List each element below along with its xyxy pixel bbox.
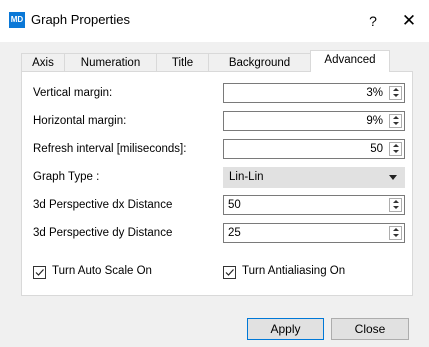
auto-scale-checkbox[interactable] [33, 266, 46, 279]
close-button[interactable]: Close [331, 318, 409, 340]
graph-type-dropdown[interactable]: Lin-Lin [223, 167, 405, 188]
chevron-down-icon [389, 175, 397, 180]
up-arrow-icon [393, 144, 399, 147]
refresh-interval-label: Refresh interval [miliseconds]: [33, 143, 187, 155]
checkmark-icon [225, 269, 234, 276]
apply-button[interactable]: Apply [247, 318, 324, 340]
tab-title[interactable]: Title [156, 53, 209, 71]
auto-scale-label[interactable]: Turn Auto Scale On [52, 265, 152, 277]
up-arrow-icon [393, 228, 399, 231]
horizontal-margin-value: 9% [366, 115, 383, 127]
graph-type-value: Lin-Lin [229, 171, 264, 183]
tab-background[interactable]: Background [208, 53, 311, 71]
graph-type-label: Graph Type : [33, 171, 100, 183]
dx-distance-spinbox[interactable]: 50 [223, 195, 405, 215]
up-arrow-icon [393, 200, 399, 203]
down-arrow-icon [393, 206, 399, 209]
help-button[interactable]: ? [362, 10, 384, 32]
horizontal-margin-spinbox[interactable]: 9% [223, 111, 405, 131]
dy-distance-spin-arrows[interactable] [389, 226, 402, 240]
title-bar: MD Graph Properties ? ✕ [0, 0, 429, 42]
down-arrow-icon [393, 150, 399, 153]
dialog-body: Axis Numeration Title Background Advance… [0, 42, 429, 347]
close-window-button[interactable]: ✕ [396, 10, 422, 32]
up-arrow-icon [393, 116, 399, 119]
horizontal-margin-spin-arrows[interactable] [389, 114, 402, 128]
down-arrow-icon [393, 94, 399, 97]
up-arrow-icon [393, 88, 399, 91]
refresh-interval-spin-arrows[interactable] [389, 142, 402, 156]
checkmark-icon [35, 269, 44, 276]
advanced-panel: Vertical margin: 3% Horizontal margin: 9… [21, 71, 413, 296]
app-icon: MD [9, 12, 25, 28]
horizontal-margin-label: Horizontal margin: [33, 115, 127, 127]
tab-axis[interactable]: Axis [21, 53, 65, 71]
tab-advanced[interactable]: Advanced [310, 50, 390, 72]
dx-distance-value: 50 [228, 199, 241, 211]
vertical-margin-spinbox[interactable]: 3% [223, 83, 405, 103]
antialiasing-checkbox[interactable] [223, 266, 236, 279]
window-title: Graph Properties [31, 12, 130, 27]
dy-distance-label: 3d Perspective dy Distance [33, 227, 173, 239]
down-arrow-icon [393, 122, 399, 125]
dx-distance-label: 3d Perspective dx Distance [33, 199, 173, 211]
dx-distance-spin-arrows[interactable] [389, 198, 402, 212]
dy-distance-spinbox[interactable]: 25 [223, 223, 405, 243]
antialiasing-label[interactable]: Turn Antialiasing On [242, 265, 345, 277]
tab-numeration[interactable]: Numeration [64, 53, 157, 71]
dy-distance-value: 25 [228, 227, 241, 239]
vertical-margin-spin-arrows[interactable] [389, 86, 402, 100]
down-arrow-icon [393, 234, 399, 237]
refresh-interval-value: 50 [370, 143, 383, 155]
refresh-interval-spinbox[interactable]: 50 [223, 139, 405, 159]
vertical-margin-label: Vertical margin: [33, 87, 113, 99]
vertical-margin-value: 3% [366, 87, 383, 99]
